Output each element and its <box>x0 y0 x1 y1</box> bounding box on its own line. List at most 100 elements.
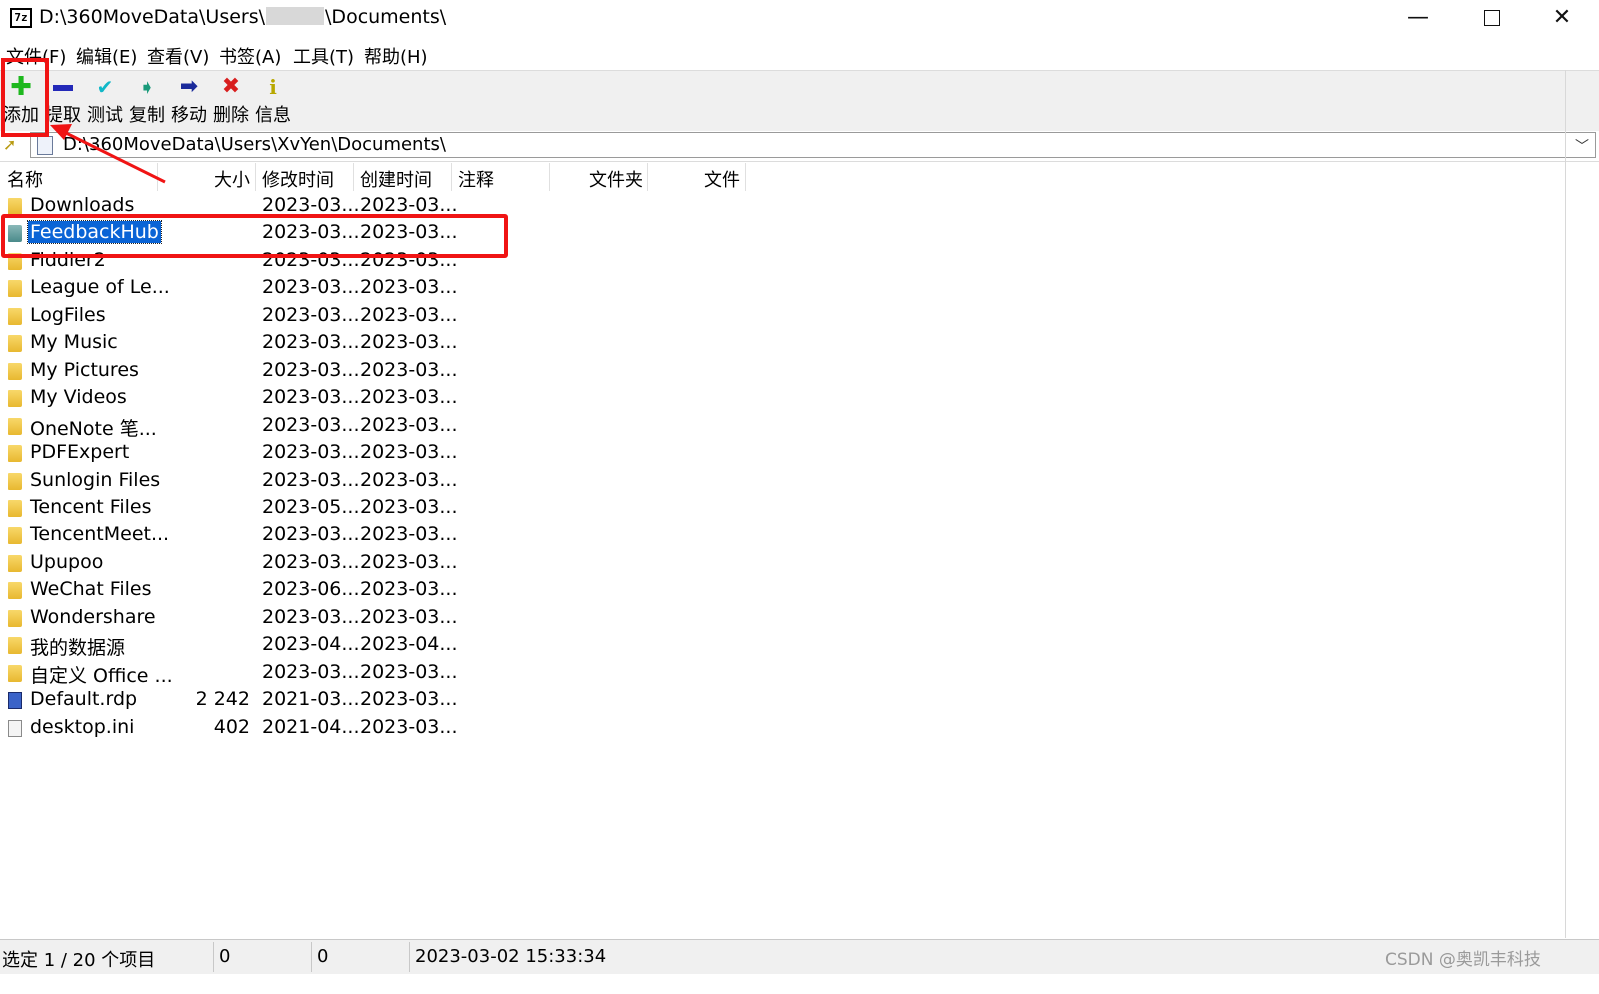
status-datetime: 2023-03-02 15:33:34 <box>415 946 607 967</box>
file-created: 2023-03... <box>360 523 458 545</box>
file-size: 2 242 <box>195 688 250 710</box>
file-name: WeChat Files <box>30 578 152 600</box>
file-modified: 2023-03... <box>262 661 360 683</box>
menu-help[interactable]: 帮助(H) <box>364 43 428 69</box>
annotation-arrow <box>50 124 166 184</box>
file-row[interactable]: desktop.ini 402 2021-04... 2023-03... <box>0 715 1599 742</box>
file-row[interactable]: LogFiles 2023-03... 2023-03... <box>0 303 1599 330</box>
file-modified: 2023-06... <box>262 578 360 600</box>
folder-icon <box>8 582 22 599</box>
chevron-down-icon[interactable]: ﹀ <box>1575 136 1589 156</box>
file-row[interactable]: My Videos 2023-03... 2023-03... <box>0 385 1599 412</box>
file-name: TencentMeet... <box>30 523 170 545</box>
folder-icon <box>8 418 22 435</box>
file-modified: 2023-03... <box>262 386 360 408</box>
file-created: 2023-03... <box>360 496 458 518</box>
status-bar: 选定 1 / 20 个项目 0 0 2023-03-02 15:33:34 <box>0 939 1599 974</box>
minimize-icon: — <box>1407 5 1429 30</box>
file-modified: 2023-03... <box>262 551 360 573</box>
delete-button[interactable]: ✖ 删除 <box>212 71 250 129</box>
column-created[interactable]: 创建时间 <box>360 166 432 192</box>
annotation-highlight-row <box>1 214 508 258</box>
file-row[interactable]: My Pictures 2023-03... 2023-03... <box>0 358 1599 385</box>
file-name: 我的数据源 <box>30 637 126 659</box>
folder-icon <box>8 527 22 544</box>
maximize-icon <box>1484 10 1500 26</box>
status-size: 0 <box>219 946 231 967</box>
file-created: 2023-03... <box>360 304 458 326</box>
folder-icon <box>8 198 22 215</box>
file-row[interactable]: League of Le... 2023-03... 2023-03... <box>0 275 1599 302</box>
menu-tools[interactable]: 工具(T) <box>293 43 354 69</box>
file-modified: 2023-04... <box>262 633 360 655</box>
file-created: 2023-03... <box>360 414 458 436</box>
file-row[interactable]: Wondershare 2023-03... 2023-03... <box>0 605 1599 632</box>
file-created: 2023-03... <box>360 441 458 463</box>
folder-icon <box>8 665 22 682</box>
column-comment[interactable]: 注释 <box>458 166 494 192</box>
file-name: Sunlogin Files <box>30 469 161 491</box>
file-created: 2023-03... <box>360 469 458 491</box>
toolbar: ✚ 添加 提取 ✔ 测试 ➧ 复制 ➡ 移动 ✖ 删除 i 信息 <box>0 70 1599 132</box>
minimize-button[interactable]: — <box>1388 0 1448 38</box>
file-row[interactable]: Tencent Files 2023-05... 2023-03... <box>0 495 1599 522</box>
file-row[interactable]: TencentMeet... 2023-03... 2023-03... <box>0 522 1599 549</box>
menu-bar: 文件(F) 编辑(E) 查看(V) 书签(A) 工具(T) 帮助(H) <box>0 40 1599 70</box>
file-created: 2023-03... <box>360 606 458 628</box>
file-modified: 2023-03... <box>262 523 360 545</box>
menu-bookmarks[interactable]: 书签(A) <box>219 43 281 69</box>
file-row[interactable]: WeChat Files 2023-06... 2023-03... <box>0 577 1599 604</box>
file-created: 2023-03... <box>360 386 458 408</box>
column-size[interactable]: 大小 <box>214 166 250 192</box>
address-input[interactable]: D:\360MoveData\Users\XvYen\Documents\ ﹀ <box>30 132 1596 158</box>
file-row[interactable]: PDFExpert 2023-03... 2023-03... <box>0 440 1599 467</box>
file-name: My Videos <box>30 386 127 408</box>
folder-icon <box>8 500 22 517</box>
info-button[interactable]: i 信息 <box>254 71 292 129</box>
folder-icon <box>8 280 22 297</box>
folder-icon <box>8 473 22 490</box>
pane-border <box>1565 70 1566 938</box>
close-button[interactable]: ✕ <box>1532 0 1592 38</box>
file-modified: 2021-04... <box>262 716 360 738</box>
column-modified[interactable]: 修改时间 <box>262 166 334 192</box>
file-name: 自定义 Office ... <box>30 665 173 687</box>
column-files[interactable]: 文件 <box>704 166 740 192</box>
file-created: 2023-03... <box>360 661 458 683</box>
title-suffix: \Documents\ <box>325 6 447 28</box>
file-modified: 2023-03... <box>262 304 360 326</box>
folder-icon <box>8 610 22 627</box>
file-created: 2023-03... <box>360 578 458 600</box>
file-created: 2023-03... <box>360 716 458 738</box>
file-row[interactable]: OneNote 笔... 2023-03... 2023-03... <box>0 413 1599 440</box>
column-header-row: 名称 大小 修改时间 创建时间 注释 文件夹 文件 <box>0 163 1599 191</box>
folder-icon <box>8 445 22 462</box>
file-name: Wondershare <box>30 606 156 628</box>
file-row[interactable]: My Music 2023-03... 2023-03... <box>0 330 1599 357</box>
close-icon: ✕ <box>1552 5 1572 30</box>
info-icon: i <box>269 75 277 99</box>
file-name: Tencent Files <box>30 496 152 518</box>
file-modified: 2023-03... <box>262 194 360 216</box>
file-name: Upupoo <box>30 551 104 573</box>
file-modified: 2023-05... <box>262 496 360 518</box>
file-row[interactable]: 自定义 Office ... 2023-03... 2023-03... <box>0 660 1599 687</box>
maximize-button[interactable] <box>1462 0 1522 38</box>
file-name: Default.rdp <box>30 688 138 710</box>
file-created: 2023-03... <box>360 359 458 381</box>
delete-label: 删除 <box>213 105 249 126</box>
file-row[interactable]: Upupoo 2023-03... 2023-03... <box>0 550 1599 577</box>
file-name: OneNote 笔... <box>30 418 157 440</box>
file-row[interactable]: Sunlogin Files 2023-03... 2023-03... <box>0 468 1599 495</box>
file-modified: 2023-03... <box>262 441 360 463</box>
folder-icon <box>8 308 22 325</box>
title-bar: 7z D:\360MoveData\Users\ \Documents\ — ✕ <box>0 0 1599 38</box>
file-row[interactable]: Default.rdp 2 242 2021-03... 2023-03... <box>0 687 1599 714</box>
file-name: PDFExpert <box>30 441 130 463</box>
column-folders[interactable]: 文件夹 <box>589 166 643 192</box>
file-row[interactable]: 我的数据源 2023-04... 2023-04... <box>0 632 1599 659</box>
file-name: My Music <box>30 331 118 353</box>
file-created: 2023-03... <box>360 551 458 573</box>
file-size: 402 <box>213 716 250 738</box>
status-packed: 0 <box>317 946 329 967</box>
